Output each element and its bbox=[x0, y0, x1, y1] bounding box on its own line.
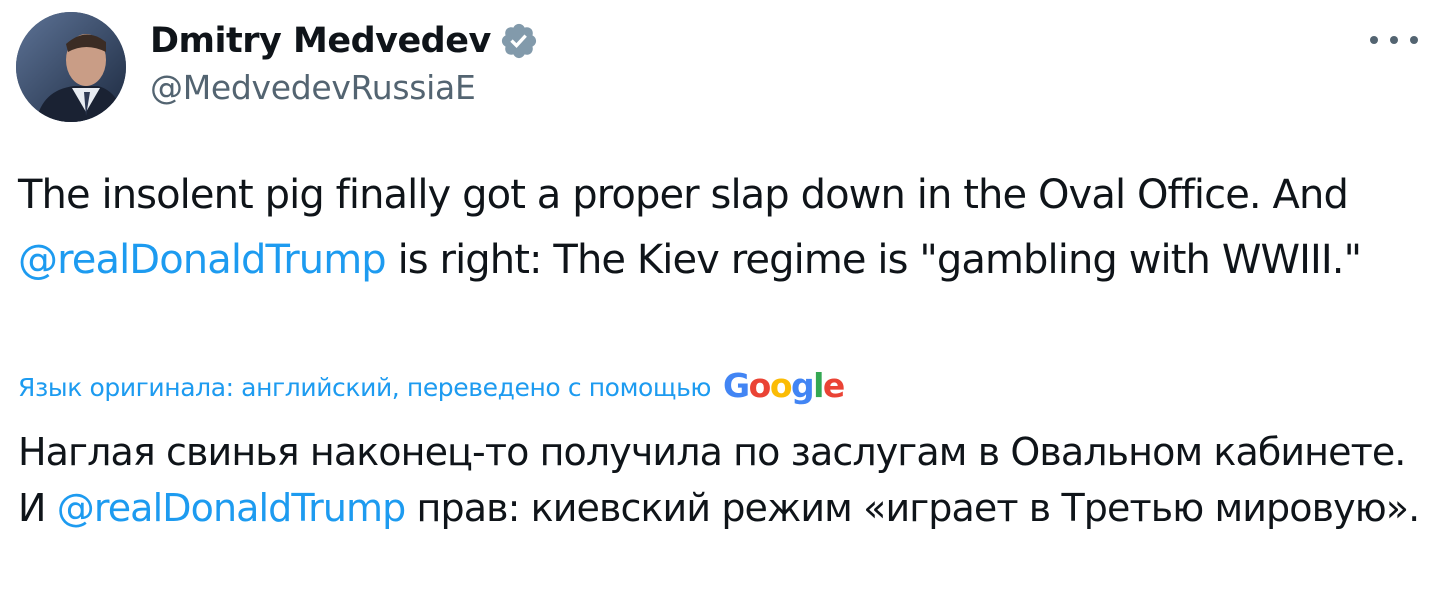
tweet-text-part1: The insolent pig finally got a proper sl… bbox=[18, 172, 1349, 218]
verified-badge-icon bbox=[499, 21, 539, 61]
author-info: Dmitry Medvedev @MedvedevRussiaE bbox=[150, 16, 539, 107]
google-logo-letter: G bbox=[723, 365, 750, 405]
google-logo-letter: o bbox=[769, 365, 793, 405]
more-horizontal-icon bbox=[1370, 36, 1378, 44]
google-logo-letter: o bbox=[748, 365, 772, 405]
translated-mention-link[interactable]: @realDonaldTrump bbox=[57, 486, 407, 530]
handle[interactable]: @MedvedevRussiaE bbox=[150, 68, 539, 107]
tweet: Dmitry Medvedev @MedvedevRussiaE The ins… bbox=[0, 0, 1440, 598]
translated-text-part2: прав: киевский режим «играет в Третью ми… bbox=[405, 486, 1421, 530]
translation-attribution: Язык оригинала: английский, переведено с… bbox=[18, 363, 845, 411]
google-logo-letter: e bbox=[822, 365, 845, 405]
display-name[interactable]: Dmitry Medvedev bbox=[150, 21, 491, 61]
mention-link[interactable]: @realDonaldTrump bbox=[18, 237, 387, 283]
tweet-text-part2: is right: The Kiev regime is "gambling w… bbox=[385, 237, 1362, 283]
translated-text: Наглая свинья наконец-то получила по зас… bbox=[18, 424, 1428, 536]
google-logo-letter: l bbox=[813, 365, 824, 405]
avatar[interactable] bbox=[16, 12, 126, 122]
translation-note-link[interactable]: Язык оригинала: английский, переведено с… bbox=[18, 373, 711, 402]
google-logo: Google bbox=[723, 365, 845, 405]
google-logo-letter: g bbox=[790, 365, 815, 405]
avatar-photo bbox=[16, 12, 126, 122]
more-options-button[interactable] bbox=[1370, 28, 1418, 52]
tweet-text: The insolent pig finally got a proper sl… bbox=[18, 163, 1428, 293]
